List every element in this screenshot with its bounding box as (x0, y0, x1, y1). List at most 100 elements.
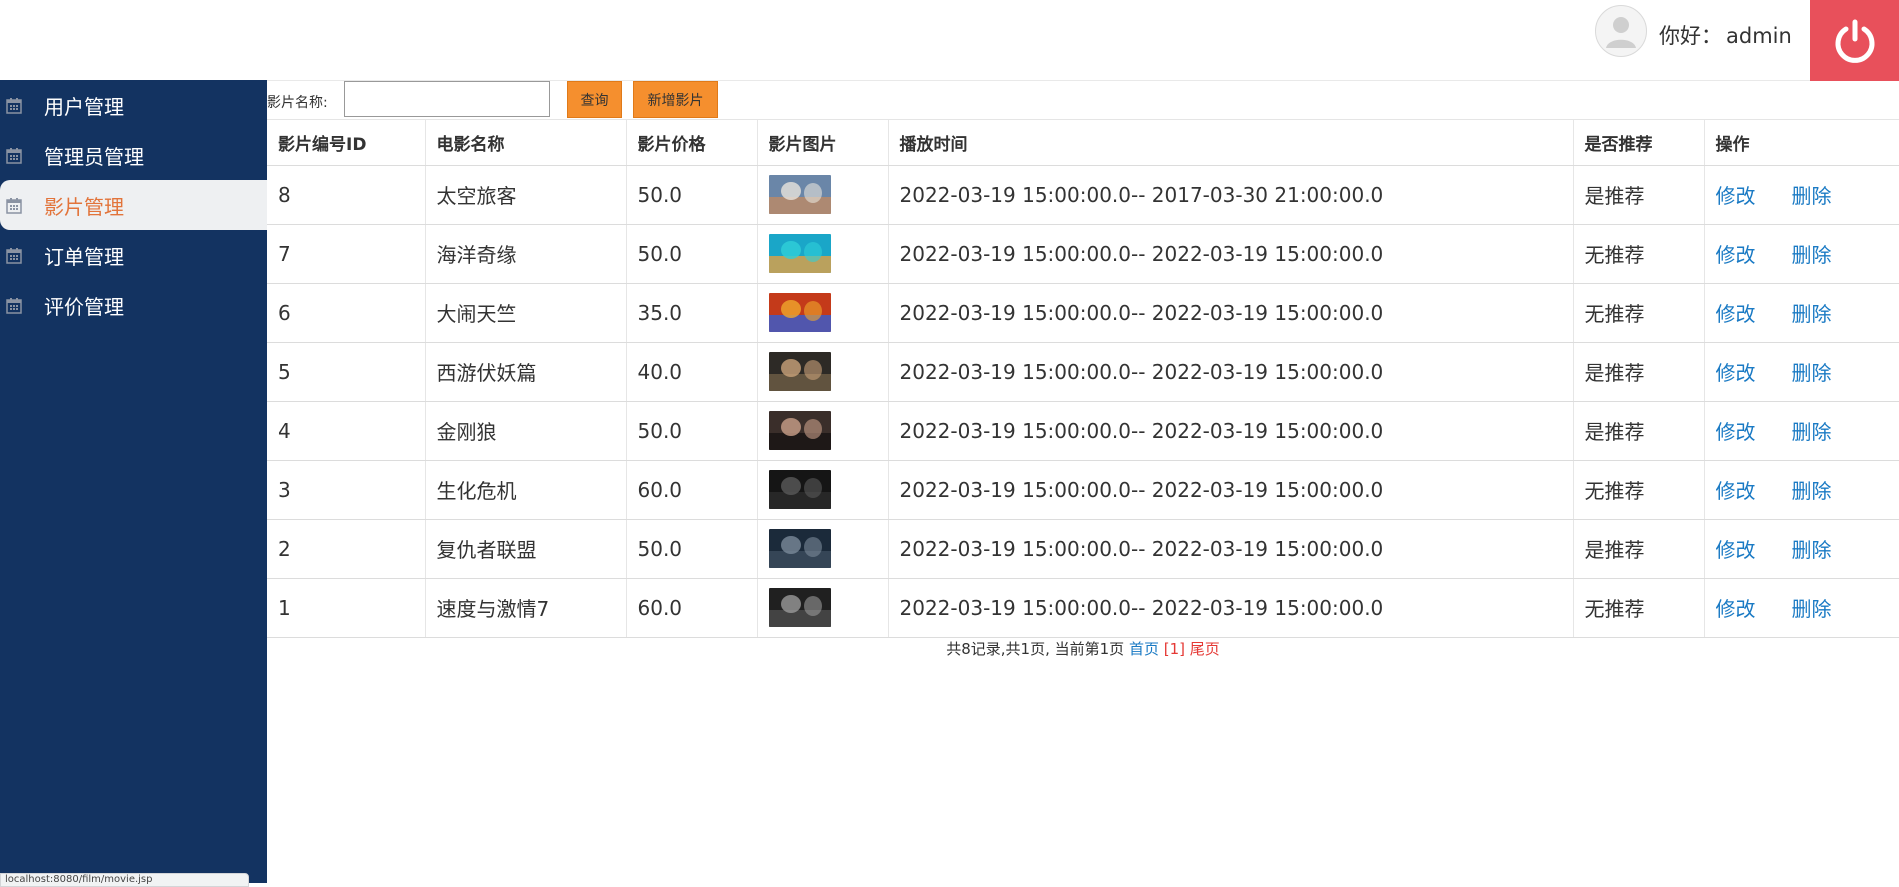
calendar-icon (6, 247, 22, 264)
table-row: 1 速度与激情7 60.0 2022-03-19 15:00:00.0-- 2022-… (267, 578, 1899, 638)
movie-poster-thumbnail (768, 588, 831, 627)
status-bar-url: localhost:8080/film/movie.jsp (0, 873, 249, 887)
play-time-cell: 2022-03-19 15:00:00.0-- 2022-03-19 15:00… (888, 578, 1574, 638)
movie-price-cell: 35.0 (626, 283, 758, 343)
movie-image-cell (757, 342, 889, 402)
edit-link[interactable]: 修改 (1716, 361, 1756, 385)
table-row: 5 西游伏妖篇 40.0 2022-03-19 15:00:00.0-- 2022-0… (267, 342, 1899, 402)
add-movie-button[interactable]: 新增影片 (633, 81, 718, 118)
query-button[interactable]: 查询 (567, 81, 622, 118)
top-header: 你好： admin (0, 0, 1899, 81)
edit-link[interactable]: 修改 (1716, 479, 1756, 503)
movie-poster-thumbnail (768, 470, 831, 509)
recommend-cell: 是推荐 (1573, 519, 1705, 579)
play-time-cell: 2022-03-19 15:00:00.0-- 2017-03-30 21:00… (888, 165, 1574, 225)
movie-id-cell: 3 (267, 460, 426, 520)
movie-image-cell (757, 283, 889, 343)
table-row: 6 大闹天竺 35.0 2022-03-19 15:00:00.0-- 2022-03… (267, 283, 1899, 343)
movie-name-cell: 大闹天竺 (425, 283, 627, 343)
movie-price-cell: 50.0 (626, 165, 758, 225)
movie-poster-thumbnail (768, 175, 831, 214)
column-header: 电影名称 (425, 120, 627, 166)
delete-link[interactable]: 删除 (1792, 597, 1832, 621)
pager-first-link[interactable]: 首页 (1129, 640, 1159, 658)
play-time-cell: 2022-03-19 15:00:00.0-- 2022-03-19 15:00… (888, 224, 1574, 284)
delete-link[interactable]: 删除 (1792, 479, 1832, 503)
delete-link[interactable]: 删除 (1792, 302, 1832, 326)
username: admin (1726, 24, 1792, 48)
movie-price-cell: 60.0 (626, 460, 758, 520)
calendar-icon (6, 197, 22, 214)
movie-price-cell: 50.0 (626, 224, 758, 284)
sidebar-item-admins[interactable]: 管理员管理 (0, 130, 267, 180)
column-header: 操作 (1704, 120, 1899, 166)
edit-link[interactable]: 修改 (1716, 538, 1756, 562)
column-header: 影片编号ID (267, 120, 426, 166)
table-header-row: 影片编号ID 电影名称 影片价格 影片图片 播放时间 是否推荐 操作 (267, 120, 1899, 166)
movie-id-cell: 6 (267, 283, 426, 343)
edit-link[interactable]: 修改 (1716, 184, 1756, 208)
edit-link[interactable]: 修改 (1716, 243, 1756, 267)
play-time-cell: 2022-03-19 15:00:00.0-- 2022-03-19 15:00… (888, 283, 1574, 343)
edit-link[interactable]: 修改 (1716, 302, 1756, 326)
sidebar-item-label: 订单管理 (44, 244, 124, 269)
recommend-cell: 是推荐 (1573, 342, 1705, 402)
sidebar-item-movies[interactable]: 影片管理 (0, 180, 267, 230)
calendar-icon (6, 297, 22, 314)
calendar-icon (6, 97, 22, 114)
delete-link[interactable]: 删除 (1792, 184, 1832, 208)
calendar-icon (6, 147, 22, 164)
actions-cell: 修改 删除 (1704, 401, 1899, 461)
movie-name-cell: 海洋奇缘 (425, 224, 627, 284)
column-header: 是否推荐 (1573, 120, 1705, 166)
recommend-cell: 无推荐 (1573, 578, 1705, 638)
actions-cell: 修改 删除 (1704, 519, 1899, 579)
movie-name-input[interactable] (344, 81, 550, 117)
movie-price-cell: 50.0 (626, 519, 758, 579)
edit-link[interactable]: 修改 (1716, 597, 1756, 621)
movie-poster-thumbnail (768, 352, 831, 391)
movie-poster-thumbnail (768, 293, 831, 332)
movie-name-cell: 西游伏妖篇 (425, 342, 627, 402)
sidebar-item-label: 评价管理 (44, 294, 124, 319)
recommend-cell: 是推荐 (1573, 401, 1705, 461)
edit-link[interactable]: 修改 (1716, 420, 1756, 444)
column-header: 影片图片 (757, 120, 889, 166)
table-row: 4 金刚狼 50.0 2022-03-19 15:00:00.0-- 2022-03-… (267, 401, 1899, 461)
delete-link[interactable]: 删除 (1792, 243, 1832, 267)
movie-name-cell: 生化危机 (425, 460, 627, 520)
sidebar-item-users[interactable]: 用户管理 (0, 80, 267, 130)
delete-link[interactable]: 删除 (1792, 361, 1832, 385)
movie-id-cell: 2 (267, 519, 426, 579)
movie-name-cell: 金刚狼 (425, 401, 627, 461)
pagination: 共8记录,共1页, 当前第1页 首页 [1] 尾页 (267, 638, 1899, 659)
user-avatar-icon[interactable] (1595, 5, 1647, 57)
movie-table: 影片编号ID 电影名称 影片价格 影片图片 播放时间 是否推荐 操作 8 太空旅客… (267, 120, 1899, 638)
actions-cell: 修改 删除 (1704, 224, 1899, 284)
movie-id-cell: 8 (267, 165, 426, 225)
delete-link[interactable]: 删除 (1792, 420, 1832, 444)
actions-cell: 修改 删除 (1704, 283, 1899, 343)
movie-id-cell: 4 (267, 401, 426, 461)
greeting: 你好： admin (1659, 20, 1792, 50)
movie-poster-thumbnail (768, 411, 831, 450)
movie-image-cell (757, 519, 889, 579)
sidebar-item-orders[interactable]: 订单管理 (0, 230, 267, 280)
actions-cell: 修改 删除 (1704, 460, 1899, 520)
pager-last-link[interactable]: 尾页 (1190, 640, 1220, 658)
sidebar: 用户管理 管理员管理 影片管理 订单管理 评价管理 (0, 80, 267, 883)
movie-price-cell: 60.0 (626, 578, 758, 638)
recommend-cell: 是推荐 (1573, 165, 1705, 225)
logout-button[interactable] (1810, 0, 1899, 81)
pager-current-page[interactable]: [1] (1164, 640, 1185, 658)
power-icon (1835, 19, 1874, 63)
movie-poster-thumbnail (768, 234, 831, 273)
actions-cell: 修改 删除 (1704, 578, 1899, 638)
table-row: 7 海洋奇缘 50.0 2022-03-19 15:00:00.0-- 2022-03… (267, 224, 1899, 284)
play-time-cell: 2022-03-19 15:00:00.0-- 2022-03-19 15:00… (888, 460, 1574, 520)
movie-image-cell (757, 165, 889, 225)
sidebar-item-reviews[interactable]: 评价管理 (0, 280, 267, 330)
movie-name-cell: 速度与激情7 (425, 578, 627, 638)
delete-link[interactable]: 删除 (1792, 538, 1832, 562)
movie-price-cell: 50.0 (626, 401, 758, 461)
